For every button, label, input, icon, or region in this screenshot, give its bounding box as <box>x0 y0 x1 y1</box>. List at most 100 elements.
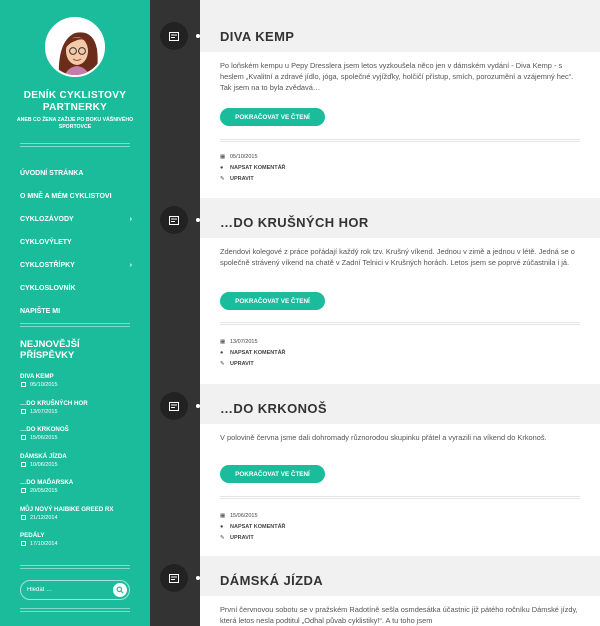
recent-posts-title: NEJNOVĚJŠÍ PŘÍSPĚVKY <box>20 339 80 361</box>
post-title[interactable]: …DO KRKONOŠ <box>220 392 327 424</box>
search-button[interactable] <box>113 583 127 597</box>
nav-item-about[interactable]: O MNĚ A MÉM CYKLISTOVI <box>20 185 132 208</box>
calendar-icon <box>21 435 26 440</box>
edit-link[interactable]: UPRAVIT <box>230 176 254 182</box>
write-comment-link[interactable]: NAPSAT KOMENTÁŘ <box>230 350 286 356</box>
site-title[interactable]: DENÍK CYKLISTOVY PARTNERKY <box>10 90 140 114</box>
divider <box>20 565 130 569</box>
post-excerpt: Po loňském kempu u Pepy Dresslera jsem l… <box>220 61 574 92</box>
post: …DO KRKONOŠ V polovině června jsme dali … <box>200 392 600 556</box>
site-description: ANEB CO ŽENA ZAŽIJE PO BOKU VÁŠNIVÉHO SP… <box>16 117 134 130</box>
edit-link[interactable]: UPRAVIT <box>230 535 254 541</box>
post-excerpt: Zdendovi kolegové z práce pořádají každý… <box>220 247 575 267</box>
comment-row: ● NAPSAT KOMENTÁŘ <box>220 162 420 173</box>
date-text: 20/05/2015 <box>30 488 58 494</box>
post-header: DIVA KEMP <box>200 20 600 52</box>
date-text: 21/12/2014 <box>30 514 58 521</box>
divider <box>220 496 580 499</box>
nav-item-label: CYKLOSTŘÍPKY <box>20 262 75 269</box>
read-more-button[interactable]: POKRAČOVAT VE ČTENÍ <box>220 292 325 310</box>
recent-post-link[interactable]: …DO KRUŠNÝCH HOR <box>20 399 132 408</box>
pencil-icon: ✎ <box>220 360 225 367</box>
date-text: 13/07/2015 <box>30 408 58 415</box>
post-meta: ▦ 13/07/2015 ● NAPSAT KOMENTÁŘ ✎ UPRAVIT <box>220 336 420 369</box>
post-header: …DO KRKONOŠ <box>200 392 600 424</box>
post-header: …DO KRUŠNÝCH HOR <box>200 206 600 238</box>
divider <box>20 323 130 327</box>
list-item: DÁMSKÁ JÍZDA 10/06/2015 <box>20 452 132 479</box>
date-text: 10/06/2015 <box>30 461 58 468</box>
calendar-icon <box>21 382 26 387</box>
calendar-icon <box>21 408 26 414</box>
recent-post-link[interactable]: …DO MAĎARSKA <box>20 478 132 487</box>
recent-post-date: 21/12/2014 <box>20 514 132 522</box>
post-title[interactable]: DÁMSKÁ JÍZDA <box>220 564 323 596</box>
nav-item-contact[interactable]: NAPIŠTE MI <box>20 300 132 323</box>
edit-link[interactable]: UPRAVIT <box>230 361 254 367</box>
write-comment-link[interactable]: NAPSAT KOMENTÁŘ <box>230 524 286 530</box>
edit-row: ✎ UPRAVIT <box>220 532 420 543</box>
divider <box>220 139 580 142</box>
recent-post-date: 20/05/2015 <box>20 487 132 495</box>
edit-row: ✎ UPRAVIT <box>220 173 420 184</box>
calendar-icon <box>21 514 26 520</box>
post: DIVA KEMP Po loňském kempu u Pepy Dressl… <box>200 20 600 198</box>
comment-row: ● NAPSAT KOMENTÁŘ <box>220 521 420 532</box>
comment-icon: ● <box>220 349 224 356</box>
recent-post-date: 05/10/2015 <box>20 381 132 389</box>
post-format-icon <box>160 564 188 592</box>
post-format-icon <box>160 392 188 420</box>
nav-item-snippets[interactable]: CYKLOSTŘÍPKY › <box>20 254 132 277</box>
edit-row: ✎ UPRAVIT <box>220 358 420 369</box>
post-excerpt: První červnovou sobotu se v pražském Rad… <box>220 605 578 625</box>
post-date: ▦ 15/06/2015 <box>220 510 420 521</box>
nav-item-label: ÚVODNÍ STRÁNKA <box>20 170 84 177</box>
nav-item-dictionary[interactable]: CYKLOSLOVNÍK <box>20 277 132 300</box>
list-item: MŮJ NOVÝ HAIBIKE GREED RX 21/12/2014 <box>20 505 132 532</box>
write-comment-link[interactable]: NAPSAT KOMENTÁŘ <box>230 165 286 171</box>
pencil-icon: ✎ <box>220 175 225 182</box>
nav-item-trips[interactable]: CYKLOVÝLETY <box>20 231 132 254</box>
list-item: …DO KRKONOŠ 15/06/2015 <box>20 425 132 452</box>
date-text: 13/07/2015 <box>230 338 258 345</box>
read-more-button[interactable]: POKRAČOVAT VE ČTENÍ <box>220 465 325 483</box>
post-title[interactable]: DIVA KEMP <box>220 20 294 52</box>
search-input[interactable] <box>27 584 107 596</box>
sidebar: DENÍK CYKLISTOVY PARTNERKY ANEB CO ŽENA … <box>0 0 150 626</box>
recent-post-link[interactable]: PEDÁLY <box>20 531 132 540</box>
date-text: 15/06/2015 <box>230 512 258 519</box>
recent-post-date: 13/07/2015 <box>20 408 132 416</box>
chevron-right-icon: › <box>129 262 132 269</box>
divider <box>20 608 130 612</box>
post-meta: ▦ 15/06/2015 ● NAPSAT KOMENTÁŘ ✎ UPRAVIT <box>220 510 420 543</box>
nav-item-races[interactable]: CYKLOZÁVODY › <box>20 208 132 231</box>
comment-icon: ● <box>220 164 224 171</box>
nav-item-home[interactable]: ÚVODNÍ STRÁNKA <box>20 162 132 185</box>
calendar-icon <box>21 461 26 467</box>
comment-icon: ● <box>220 523 224 530</box>
recent-post-link[interactable]: …DO KRKONOŠ <box>20 425 132 434</box>
recent-post-link[interactable]: DÁMSKÁ JÍZDA <box>20 452 132 461</box>
nav-item-label: CYKLOVÝLETY <box>20 239 72 246</box>
read-more-button[interactable]: POKRAČOVAT VE ČTENÍ <box>220 108 325 126</box>
main-nav: ÚVODNÍ STRÁNKA O MNĚ A MÉM CYKLISTOVI CY… <box>20 162 132 323</box>
date-text: 15/06/2015 <box>30 435 58 441</box>
calendar-icon <box>21 488 26 493</box>
chevron-right-icon: › <box>129 216 132 223</box>
recent-post-link[interactable]: MŮJ NOVÝ HAIBIKE GREED RX <box>20 505 132 514</box>
timeline-column <box>150 0 200 626</box>
post-title[interactable]: …DO KRUŠNÝCH HOR <box>220 206 369 238</box>
avatar[interactable] <box>45 17 105 77</box>
post-format-icon <box>160 206 188 234</box>
pencil-icon: ✎ <box>220 534 225 541</box>
recent-post-link[interactable]: DIVA KEMP <box>20 372 132 381</box>
list-item: PEDÁLY 17/10/2014 <box>20 531 132 558</box>
date-text: 05/10/2015 <box>30 382 58 388</box>
recent-post-date: 10/06/2015 <box>20 461 132 469</box>
recent-post-date: 15/06/2015 <box>20 434 132 442</box>
post: …DO KRUŠNÝCH HOR Zdendovi kolegové z prá… <box>200 206 600 384</box>
post-date: ▦ 13/07/2015 <box>220 336 420 347</box>
list-item: …DO MAĎARSKA 20/05/2015 <box>20 478 132 505</box>
nav-item-label: CYKLOZÁVODY <box>20 216 74 223</box>
comment-row: ● NAPSAT KOMENTÁŘ <box>220 347 420 358</box>
